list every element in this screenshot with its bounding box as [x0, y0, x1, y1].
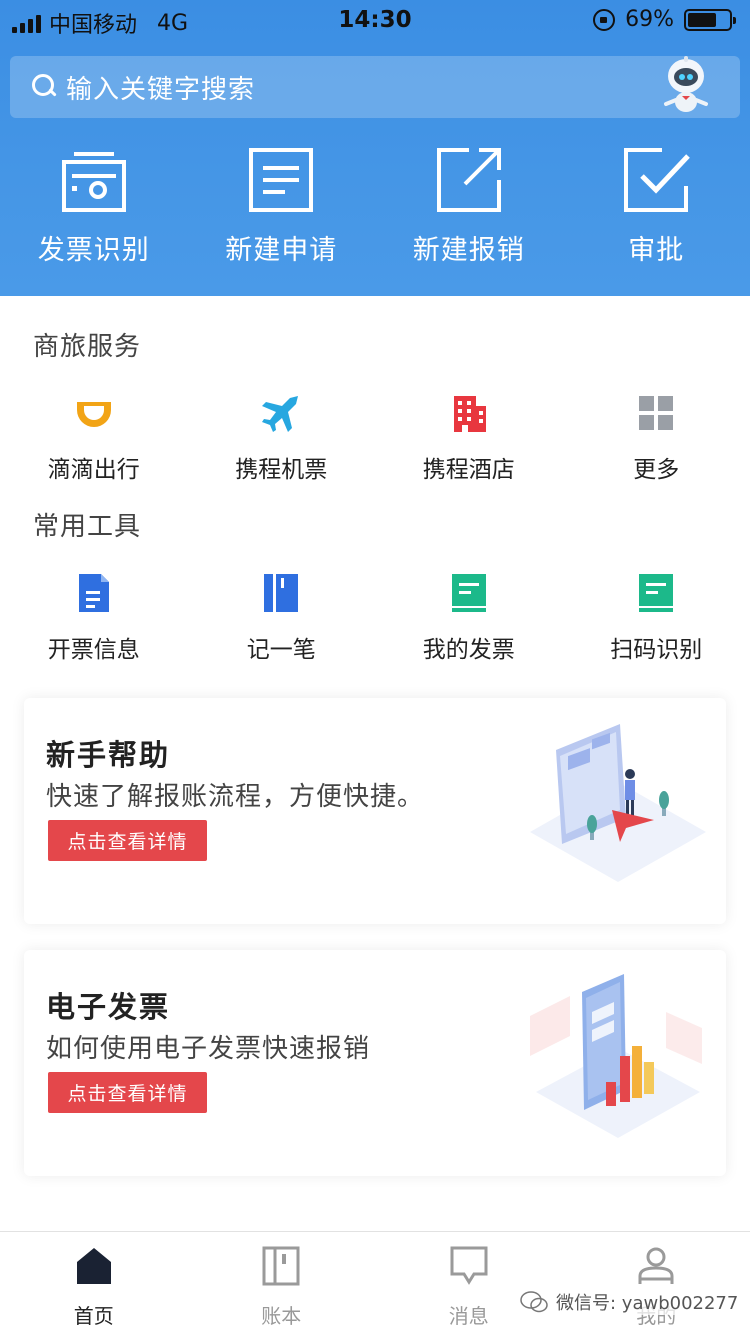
card-subtitle: 快速了解报账流程，方便快捷。	[46, 782, 425, 812]
checkbox-icon	[624, 148, 691, 212]
card-title: 新手帮助	[46, 738, 171, 772]
external-link-icon	[436, 148, 501, 212]
card-title: 电子发票	[46, 990, 171, 1024]
document-icon	[249, 148, 314, 212]
tab-bar: 首页 账本 消息 我的	[0, 1231, 750, 1334]
tool-item-note[interactable]: 记一笔	[188, 572, 376, 664]
presentation-illustration	[530, 724, 706, 882]
quick-label: 审批	[628, 235, 685, 266]
quick-new-application[interactable]: 新建申请	[188, 146, 376, 267]
einvoice-card[interactable]: 电子发票 如何使用电子发票快速报销 点击查看详情	[24, 950, 726, 1176]
quick-approval[interactable]: 审批	[563, 146, 750, 267]
status-bar: 中国移动 4G 14:30 69%	[0, 0, 750, 40]
grid-icon	[639, 396, 674, 430]
help-card[interactable]: 新手帮助 快速了解报账流程，方便快捷。 点击查看详情	[24, 698, 726, 924]
search-icon	[32, 74, 58, 100]
quick-invoice-scan[interactable]: 发票识别	[0, 146, 188, 267]
quick-actions: 发票识别 新建申请 新建报销 审批	[0, 146, 750, 267]
search-bar[interactable]: 输入关键字搜索	[10, 56, 740, 118]
watermark-text: 微信号: yawb002277	[556, 1293, 739, 1314]
tool-item-label: 我的发票	[422, 637, 515, 663]
tool-item-label: 记一笔	[246, 637, 316, 663]
wechat-icon	[520, 1291, 548, 1313]
tool-item-label: 开票信息	[47, 637, 140, 663]
battery-icon	[684, 8, 736, 31]
battery-percent: 69%	[625, 7, 674, 32]
quick-label: 新建报销	[412, 235, 525, 266]
quick-label: 新建申请	[225, 235, 338, 266]
quick-new-reimbursement[interactable]: 新建报销	[375, 146, 563, 267]
hotel-icon	[453, 396, 486, 432]
airplane-icon	[262, 396, 299, 432]
ledger-icon	[262, 1246, 300, 1286]
tab-label: 消息	[448, 1304, 489, 1328]
section-title-travel: 商旅服务	[33, 332, 142, 362]
tool-item-billing-info[interactable]: 开票信息	[0, 572, 188, 664]
notebook-icon	[264, 574, 299, 612]
travel-item-flight[interactable]: 携程机票	[188, 392, 376, 484]
tools-grid: 开票信息 记一笔 我的发票 扫码识别	[0, 572, 750, 664]
einvoice-illustration	[530, 974, 702, 1138]
tool-item-label: 扫码识别	[610, 637, 703, 663]
tab-ledger[interactable]: 账本	[188, 1232, 376, 1334]
travel-item-more[interactable]: 更多	[563, 392, 750, 484]
home-icon	[76, 1248, 111, 1284]
camera-scan-icon	[61, 152, 126, 212]
card-subtitle: 如何使用电子发票快速报销	[46, 1034, 371, 1064]
tab-home[interactable]: 首页	[0, 1232, 188, 1334]
robot-assistant-icon[interactable]	[658, 54, 714, 116]
travel-item-label: 更多	[633, 457, 680, 483]
wechat-watermark: 微信号: yawb002277	[520, 1289, 739, 1315]
tab-messages[interactable]: 消息	[375, 1232, 563, 1334]
scan-icon	[639, 574, 674, 612]
tab-label: 首页	[73, 1304, 114, 1328]
tab-label: 账本	[261, 1304, 302, 1328]
didi-icon	[76, 402, 111, 427]
section-title-tools: 常用工具	[33, 512, 142, 542]
quick-label: 发票识别	[37, 235, 150, 266]
travel-item-label: 携程酒店	[422, 457, 515, 483]
travel-item-didi[interactable]: 滴滴出行	[0, 392, 188, 484]
message-icon	[450, 1246, 488, 1285]
travel-grid: 滴滴出行 携程机票 携程酒店 更多	[0, 392, 750, 484]
tab-me[interactable]: 我的	[563, 1232, 750, 1334]
header: 中国移动 4G 14:30 69% 输入关键字搜索 发票识别 新建申请 新建报销…	[0, 0, 750, 296]
travel-item-label: 携程机票	[235, 457, 328, 483]
tool-item-my-invoices[interactable]: 我的发票	[375, 572, 563, 664]
document-icon	[78, 574, 109, 612]
travel-item-label: 滴滴出行	[47, 457, 140, 483]
main-content: 商旅服务 滴滴出行 携程机票 携程酒店 更多 常用工具 开票信息 记一笔 我的发…	[0, 296, 750, 1231]
user-icon	[638, 1247, 674, 1284]
search-placeholder: 输入关键字搜索	[66, 74, 256, 105]
travel-item-hotel[interactable]: 携程酒店	[375, 392, 563, 484]
view-details-button[interactable]: 点击查看详情	[48, 820, 207, 861]
rotation-lock-icon	[593, 8, 616, 31]
tool-item-scan[interactable]: 扫码识别	[563, 572, 750, 664]
invoice-icon	[451, 574, 486, 612]
view-details-button[interactable]: 点击查看详情	[48, 1072, 207, 1113]
